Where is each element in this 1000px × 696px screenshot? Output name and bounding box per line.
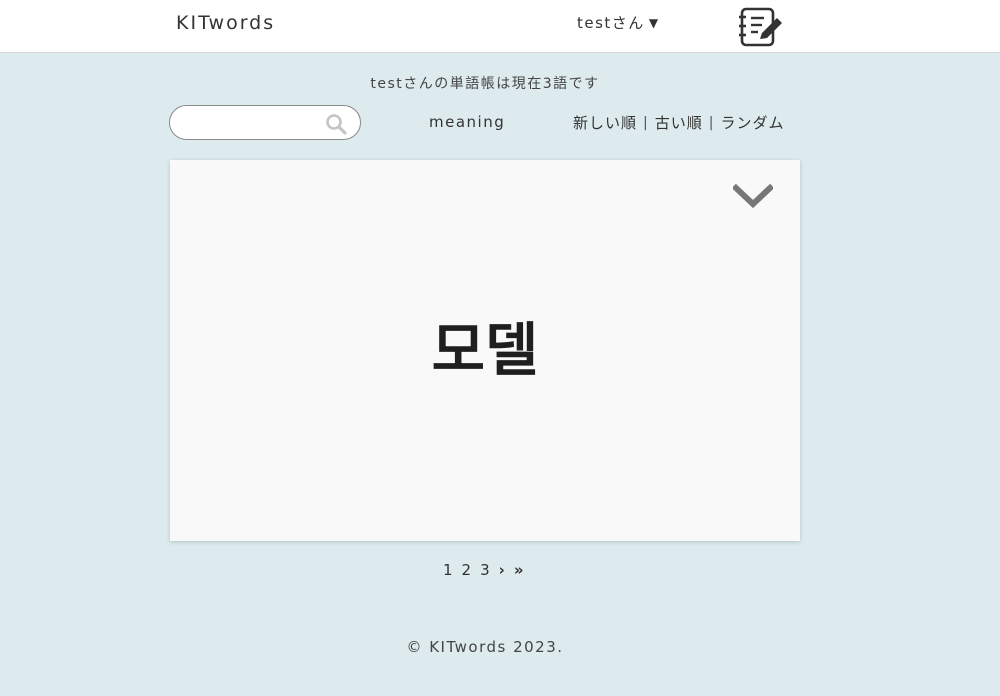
page-link-1[interactable]: 1 <box>443 561 454 579</box>
next-page-icon[interactable]: › <box>499 561 506 579</box>
meaning-toggle-button[interactable]: meaning <box>429 113 505 131</box>
user-menu-dropdown[interactable]: testさん ▼ <box>577 12 660 33</box>
page-link-2[interactable]: 2 <box>462 561 473 579</box>
card-word: 모델 <box>431 316 539 384</box>
sort-newest-link[interactable]: 新しい順 <box>573 112 637 133</box>
separator: | <box>708 114 715 131</box>
top-navbar: KITwords testさん ▼ <box>0 0 1000 53</box>
search-box <box>169 105 361 140</box>
search-icon[interactable] <box>325 113 347 135</box>
word-card[interactable]: 모델 <box>170 160 800 541</box>
user-name-label: testさん <box>577 14 645 32</box>
notebook-edit-icon[interactable] <box>738 6 784 48</box>
sort-oldest-link[interactable]: 古い順 <box>655 112 703 133</box>
separator: | <box>643 114 649 131</box>
app-logo[interactable]: KITwords <box>176 12 275 34</box>
last-page-icon[interactable]: » <box>514 561 525 579</box>
chevron-down-icon[interactable] <box>731 183 775 210</box>
sort-options: 新しい順 | 古い順 | ランダム <box>573 112 784 133</box>
caret-down-icon: ▼ <box>648 15 660 30</box>
word-count-text: testさんの単語帳は現在3語です <box>370 76 600 92</box>
sort-random-link[interactable]: ランダム <box>720 112 784 133</box>
search-input[interactable] <box>182 113 322 133</box>
pagination: 1 2 3 › » <box>443 561 525 579</box>
footer-copyright: © KITwords 2023. <box>406 638 564 656</box>
page-link-3[interactable]: 3 <box>480 561 491 579</box>
